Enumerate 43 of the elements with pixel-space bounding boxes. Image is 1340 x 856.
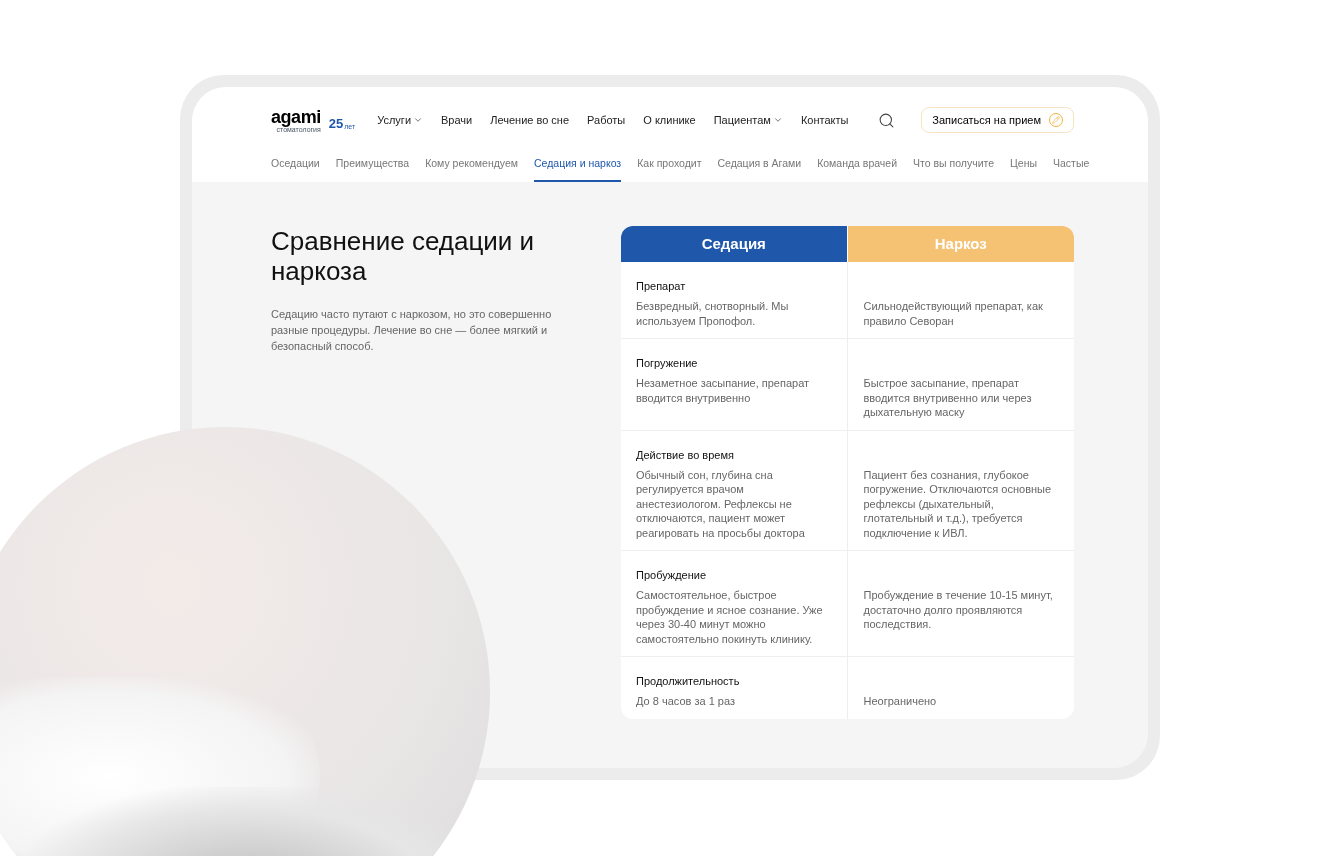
nav-link[interactable]: Врачи <box>441 111 473 129</box>
table-cell-text: Обычный сон, глубина сна регулируется врачом анестезиологом. Рефлексы не отключаются, пациент может реагировать на просьбы доктора <box>636 467 806 540</box>
logo-wordmark: agami <box>271 107 321 126</box>
section-tab[interactable]: Кому рекомендуем <box>425 156 519 182</box>
table-cell-text: Безвредный, снотворный. Мы используем Пропофол. <box>636 299 790 328</box>
table-cell-text: Пациент без сознания, глубокое погружение. Отключаются основные рефлексы (дыхательный, глотательный и т.д.), требуется подключение к ИВЛ. <box>863 467 1053 540</box>
section-description: Седацию часто путают с наркозом, но это совершенно разные процедуры. Лечение во сне — более мягкий и безопасный способ. <box>271 307 553 354</box>
row-label: Препарат <box>636 279 687 293</box>
table-cell-text: До 8 часов за 1 раз <box>636 694 736 709</box>
section-tab[interactable]: Команда врачей <box>817 156 898 182</box>
table-cell-text: Неограничено <box>863 694 938 709</box>
section-tab[interactable]: Цены <box>1010 156 1037 182</box>
table-cell-text: Самостоятельное, быстрое пробуждение и ясное сознание. Уже через 30-40 минут можно самостоятельно покинуть клинику. <box>636 588 824 646</box>
column-header: Седация <box>621 226 848 262</box>
section-tab[interactable]: Оседации <box>271 156 320 182</box>
section-tab[interactable]: Преимущества <box>335 156 410 182</box>
anniversary-number: 25 <box>328 116 344 130</box>
nav-link[interactable]: О клинике <box>643 111 696 129</box>
section-tab[interactable]: Как проходит <box>637 156 702 182</box>
chevron-down-icon <box>772 115 783 125</box>
nav-link[interactable]: Контакты <box>800 111 849 129</box>
nav-link[interactable]: Работы <box>587 111 626 129</box>
section-tab[interactable]: Седация в Агами <box>717 156 802 182</box>
pencil-icon <box>1049 113 1063 127</box>
section-title: Сравнение седации и наркоза <box>271 226 536 286</box>
row-label: Погружение <box>636 356 699 370</box>
row-label: Действие во время <box>636 447 735 462</box>
search-icon[interactable] <box>878 111 896 129</box>
table-cell-text: Сильнодействующий препарат, как правило Севоран <box>863 299 1044 328</box>
row-label: Пробуждение <box>636 568 708 582</box>
nav-link[interactable]: Лечение во сне <box>490 111 570 129</box>
table-cell-text: Пробуждение в течение 10-15 минут, достаточно долго проявляются последствия. <box>863 588 1054 632</box>
row-label: Продолжительность <box>636 674 741 688</box>
chevron-down-icon <box>413 115 424 125</box>
column-header: Наркоз <box>847 226 1074 262</box>
section-tab[interactable]: Седация и наркоз <box>534 156 622 182</box>
section-tab[interactable]: Что вы получите <box>913 156 995 182</box>
appointment-button[interactable]: Записаться на прием <box>921 107 1074 133</box>
nav-link[interactable]: Услуги <box>377 111 424 129</box>
table-cell-text: Незаметное засыпание, препарат вводится внутривенно <box>636 376 811 405</box>
nav-link[interactable]: Пациентам <box>713 111 783 129</box>
section-tab[interactable]: Частые <box>1053 156 1090 182</box>
table-cell-text: Быстрое засыпание, препарат вводится внутривенно или через дыхательную маску <box>863 376 1033 420</box>
